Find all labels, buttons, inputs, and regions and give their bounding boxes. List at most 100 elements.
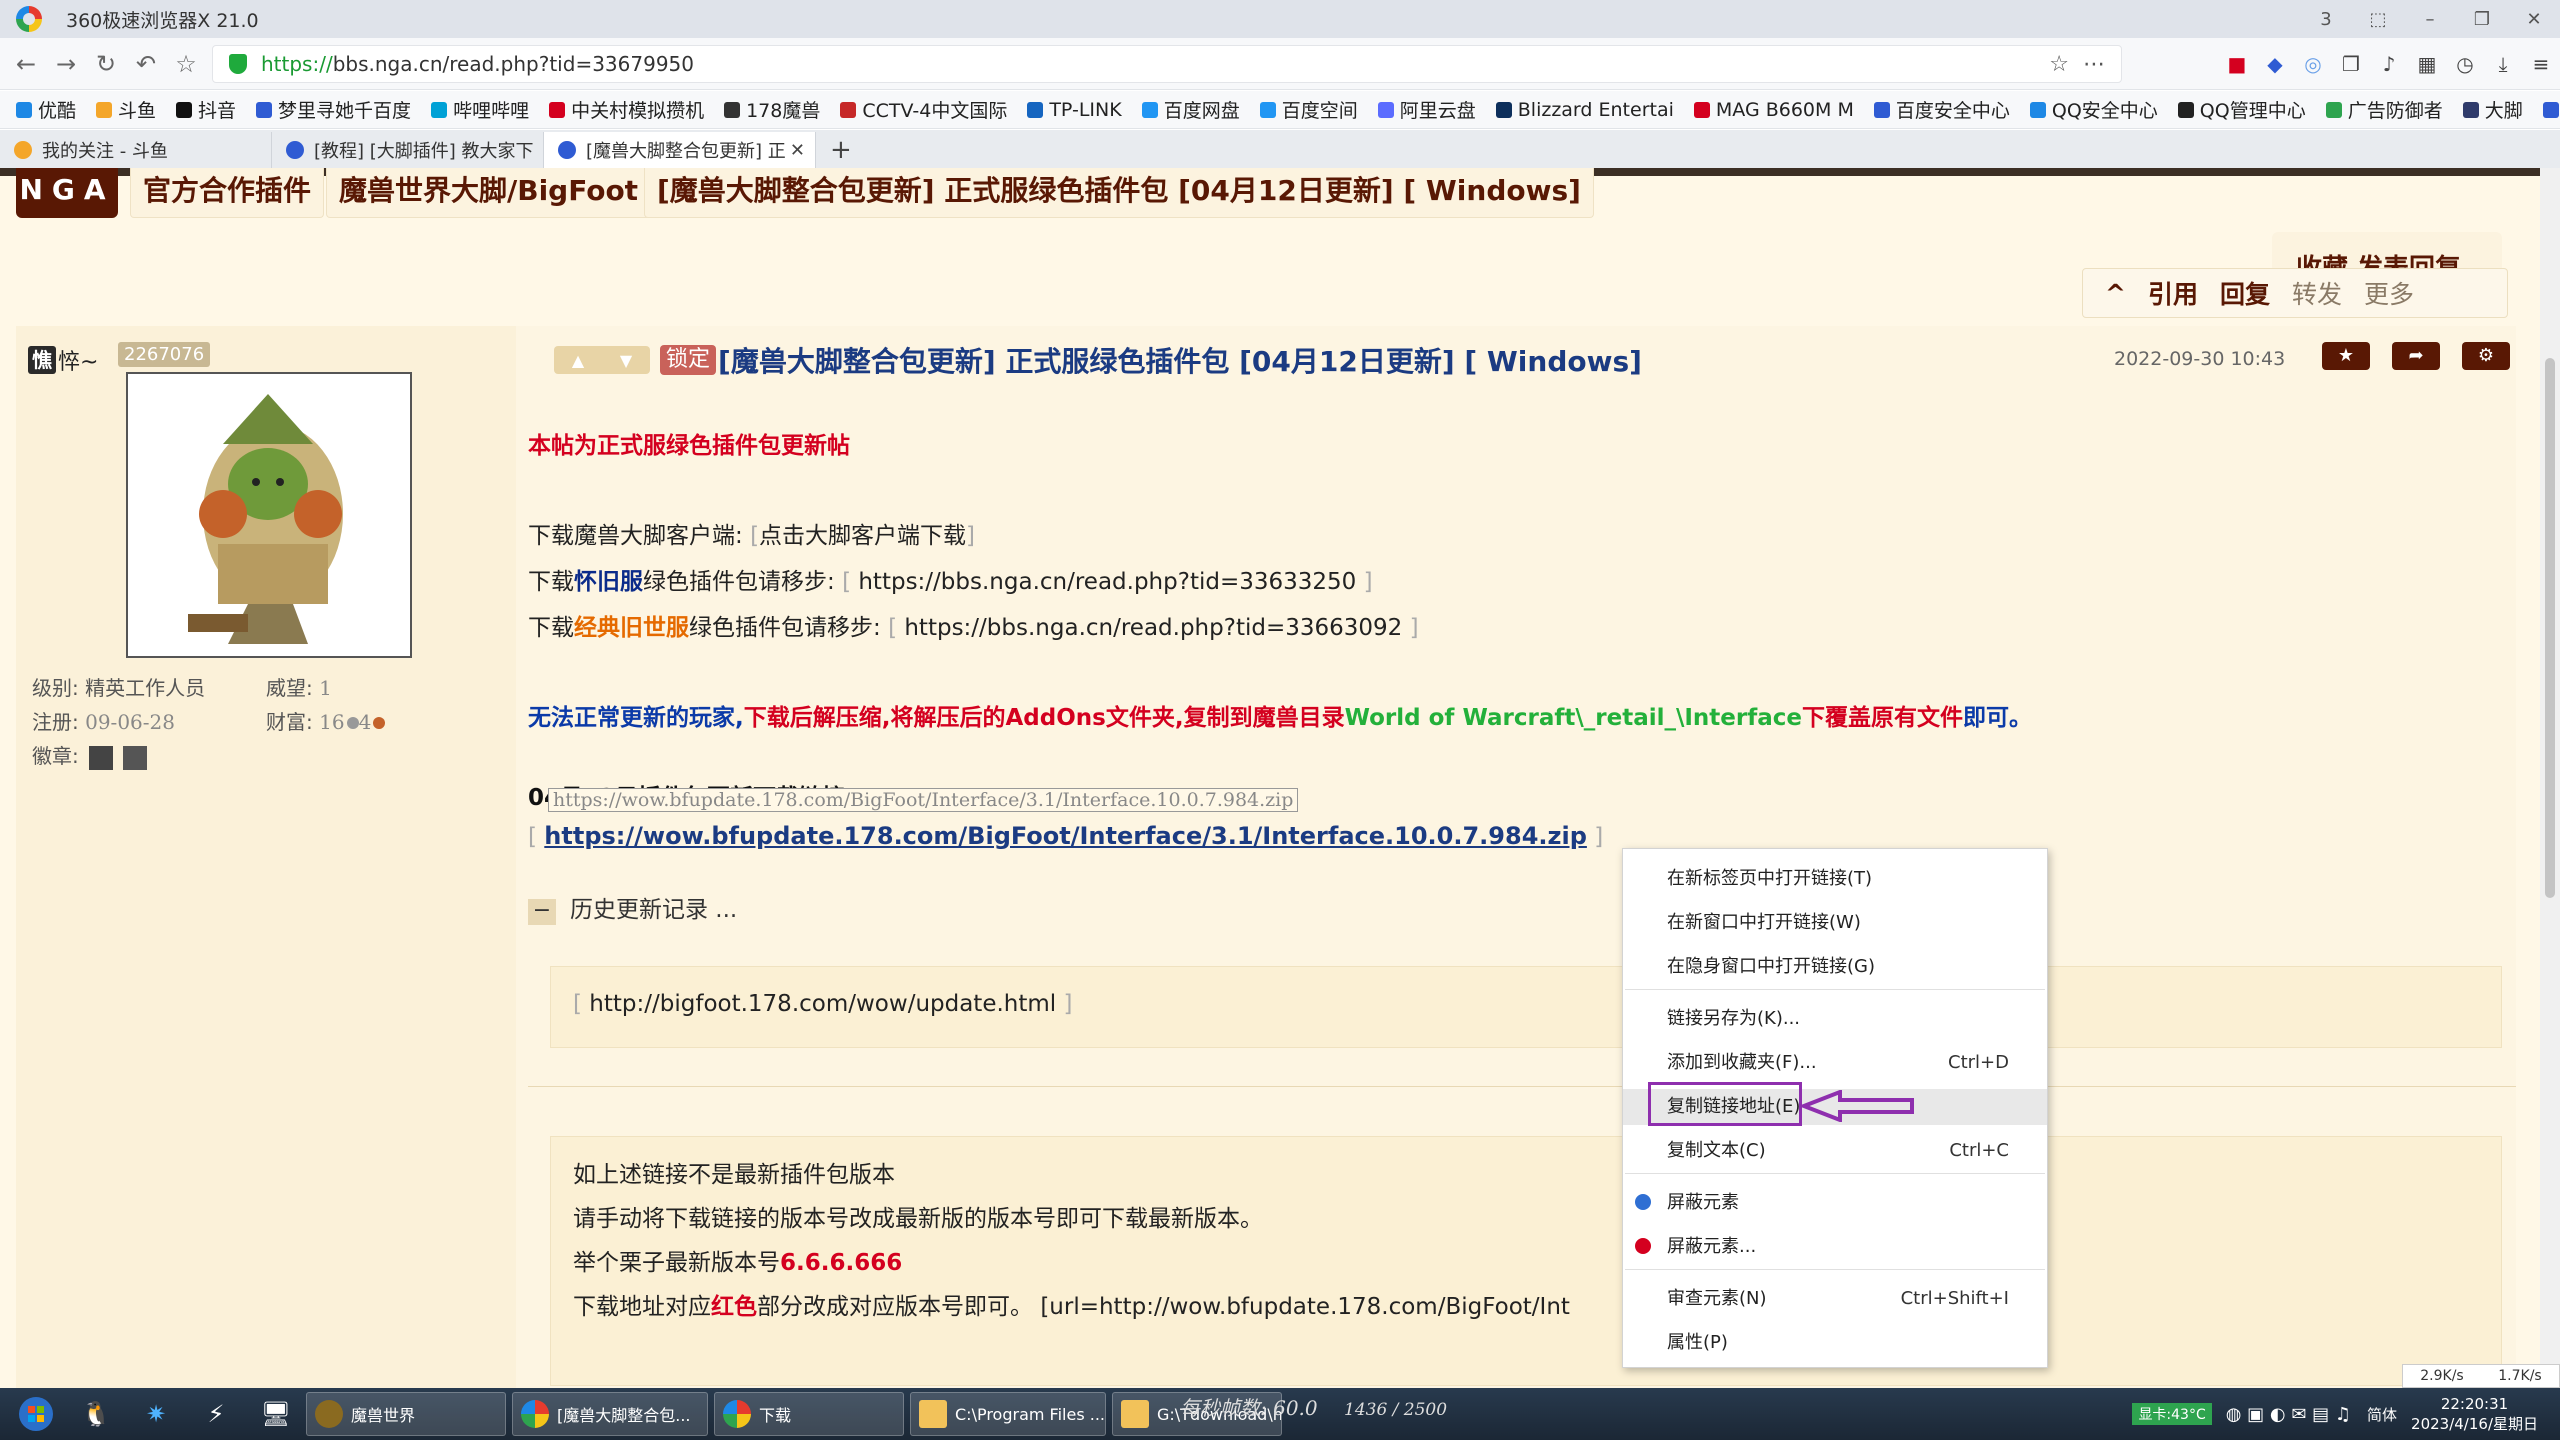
favorite-star-icon[interactable]: ★ [2322, 342, 2370, 370]
bookmark-star-icon[interactable]: ☆ [2049, 52, 2069, 77]
bookmark-item[interactable]: 阿里云盘 [1377, 96, 1476, 123]
classic-link[interactable]: https://bbs.nga.cn/read.php?tid=33633250 [858, 569, 1356, 595]
bookmark-item[interactable]: 抖音 [176, 96, 236, 123]
extension-tiktok-icon[interactable]: ♪ [2370, 52, 2408, 76]
bookmark-item[interactable]: 反和谐 [2542, 96, 2560, 123]
menu-add-favorite[interactable]: 添加到收藏夹(F)... Ctrl+D [1623, 1045, 2047, 1081]
computer-icon[interactable]: 🖥 [252, 1394, 300, 1434]
bookmark-item[interactable]: CCTV-4中文国际 [840, 96, 1007, 123]
bookmark-item[interactable]: 优酷 [16, 96, 76, 123]
uid-badge[interactable]: 2267076 [118, 342, 211, 367]
reply-button[interactable]: 回复 [2220, 275, 2270, 311]
extension-circle-icon[interactable]: ◎ [2294, 52, 2332, 76]
thumb-down-icon[interactable]: ▼ [620, 351, 632, 370]
download-link[interactable]: https://wow.bfupdate.178.com/BigFoot/Int… [544, 822, 1587, 850]
menu-block-element[interactable]: 屏蔽元素 [1623, 1185, 2047, 1221]
tab-close-icon[interactable]: ✕ [790, 140, 805, 161]
vote-buttons[interactable]: ▲ ▼ [554, 346, 650, 374]
start-button[interactable] [12, 1394, 60, 1434]
more-button[interactable]: 更多 [2364, 275, 2414, 311]
new-tab-button[interactable]: + [830, 132, 852, 168]
reload-icon[interactable]: ↻ [86, 50, 126, 78]
reply-tabs[interactable]: 收藏 发表回复 [2272, 232, 2502, 272]
bookmark-item[interactable]: Blizzard Entertai [1495, 99, 1674, 121]
bookmark-item[interactable]: 百度网盘 [1141, 96, 1240, 123]
topic-title[interactable]: [魔兽大脚整合包更新] 正式服绿色插件包 [04月12日更新] [ Window… [718, 340, 1642, 380]
task-download[interactable]: 下载 [714, 1392, 904, 1436]
minimize-button[interactable]: – [2404, 9, 2456, 30]
bookmark-item[interactable]: 梦里寻她千百度 [256, 96, 411, 123]
bookmark-item[interactable]: MAG B660M M [1693, 99, 1854, 121]
settings-gear-icon[interactable]: ⚙ [2462, 342, 2510, 370]
avatar[interactable] [126, 372, 412, 658]
menu-open-new-tab[interactable]: 在新标签页中打开链接(T) [1623, 861, 2047, 897]
bookmark-item[interactable]: 斗鱼 [96, 96, 156, 123]
tab-count-icon[interactable]: 3 [2300, 9, 2352, 30]
extension-red-icon[interactable]: ■ [2218, 52, 2256, 76]
breadcrumb-topic[interactable]: [魔兽大脚整合包更新] 正式服绿色插件包 [04月12日更新] [ Window… [644, 168, 1594, 218]
tab-current[interactable]: [魔兽大脚整合包更新] 正 ✕ [544, 132, 816, 168]
bookmark-item[interactable]: 百度安全中心 [1873, 96, 2010, 123]
menu-save-link-as[interactable]: 链接另存为(K)... [1623, 1001, 2047, 1037]
task-explorer-program-files[interactable]: C:\Program Files ... [910, 1392, 1106, 1436]
tab-tutorial[interactable]: [教程] [大脚插件] 教大家下 [272, 132, 544, 168]
skin-icon[interactable]: ⬚ [2352, 9, 2404, 30]
collapse-icon[interactable]: − [528, 899, 556, 925]
menu-properties[interactable]: 属性(P) [1623, 1325, 2047, 1361]
apps-grid-icon[interactable]: ▦ [2408, 52, 2446, 76]
share-arrow-icon[interactable]: ➦ [2392, 342, 2440, 370]
bookmark-item[interactable]: 百度空间 [1259, 96, 1358, 123]
favorites-icon[interactable]: ☆ [166, 50, 206, 78]
back-icon[interactable]: ← [6, 50, 46, 78]
menu-copy-text[interactable]: 复制文本(C) Ctrl+C [1623, 1133, 2047, 1169]
menu-open-incognito[interactable]: 在隐身窗口中打开链接(G) [1623, 949, 2047, 985]
bookmark-item[interactable]: 广告防御者 [2325, 96, 2443, 123]
tab-douyu[interactable]: 我的关注 - 斗鱼 [0, 132, 272, 168]
client-download-link[interactable]: 点击大脚客户端下载 [759, 523, 966, 549]
bookmark-item[interactable]: QQ安全中心 [2029, 96, 2158, 123]
quote-button[interactable]: 引用 [2148, 275, 2198, 311]
restore-button[interactable]: ❐ [2456, 9, 2508, 30]
badge-icon[interactable] [123, 745, 148, 770]
history-link[interactable]: http://bigfoot.178.com/wow/update.html [589, 991, 1056, 1017]
clock[interactable]: 22:20:31 2023/4/16/星期日 [2411, 1394, 2538, 1434]
page-scrollbar[interactable] [2540, 168, 2560, 1388]
bookmark-item[interactable]: 哔哩哔哩 [431, 96, 529, 123]
bookmark-item[interactable]: TP-LINK [1027, 99, 1122, 121]
close-button[interactable]: ✕ [2508, 9, 2560, 30]
forward-button[interactable]: 转发 [2292, 275, 2342, 311]
lightning-icon[interactable]: ⚡ [192, 1394, 240, 1434]
bookmark-item[interactable]: QQ管理中心 [2177, 96, 2306, 123]
undo-icon[interactable]: ↶ [126, 50, 166, 78]
username[interactable]: 憔悴~ [28, 344, 98, 376]
history-icon[interactable]: ◷ [2446, 52, 2484, 76]
bookmark-item[interactable]: 大脚 [2462, 96, 2523, 123]
badge-icon[interactable] [89, 745, 114, 770]
forward-icon[interactable]: → [46, 50, 86, 78]
menu-block-element-more[interactable]: 屏蔽元素... [1623, 1229, 2047, 1265]
tray-icons[interactable]: ◍ ▣ ◐ ✉ ▤ ♫ [2226, 1404, 2351, 1425]
nga-logo[interactable]: NGA [16, 168, 118, 218]
vanilla-link[interactable]: https://bbs.nga.cn/read.php?tid=33663092 [904, 615, 1402, 641]
menu-inspect-element[interactable]: 审查元素(N) Ctrl+Shift+I [1623, 1281, 2047, 1317]
extension-shield-icon[interactable]: ◆ [2256, 52, 2294, 76]
history-toggle[interactable]: − 历史更新记录 ... [528, 890, 737, 925]
breadcrumb-bigfoot[interactable]: 魔兽世界大脚/BigFoot [326, 168, 652, 218]
scrollbar-thumb[interactable] [2545, 358, 2555, 898]
menu-icon[interactable]: ≡ [2522, 52, 2560, 76]
bookmark-item[interactable]: 178魔兽 [724, 96, 820, 123]
url-text[interactable]: https://bbs.nga.cn/read.php?tid=33679950 [261, 52, 694, 76]
menu-open-new-window[interactable]: 在新窗口中打开链接(W) [1623, 905, 2047, 941]
breadcrumb-plugins[interactable]: 官方合作插件 [130, 168, 325, 218]
qq-icon[interactable]: 🐧 [72, 1394, 120, 1434]
url-bar[interactable]: https://bbs.nga.cn/read.php?tid=33679950… [212, 45, 2122, 83]
more-icon[interactable]: ⋯ [2083, 52, 2105, 77]
task-wow[interactable]: 魔兽世界 [306, 1392, 506, 1436]
extension-copy-icon[interactable]: ❐ [2332, 52, 2370, 76]
battlenet-icon[interactable]: ✷ [132, 1394, 180, 1434]
ime-indicator[interactable]: 简体 [2367, 1404, 2397, 1425]
task-browser[interactable]: [魔兽大脚整合包... [512, 1392, 708, 1436]
scroll-top-icon[interactable]: ^ [2105, 279, 2126, 308]
download-icon[interactable]: ⤓ [2484, 52, 2522, 76]
thumb-up-icon[interactable]: ▲ [572, 351, 584, 370]
